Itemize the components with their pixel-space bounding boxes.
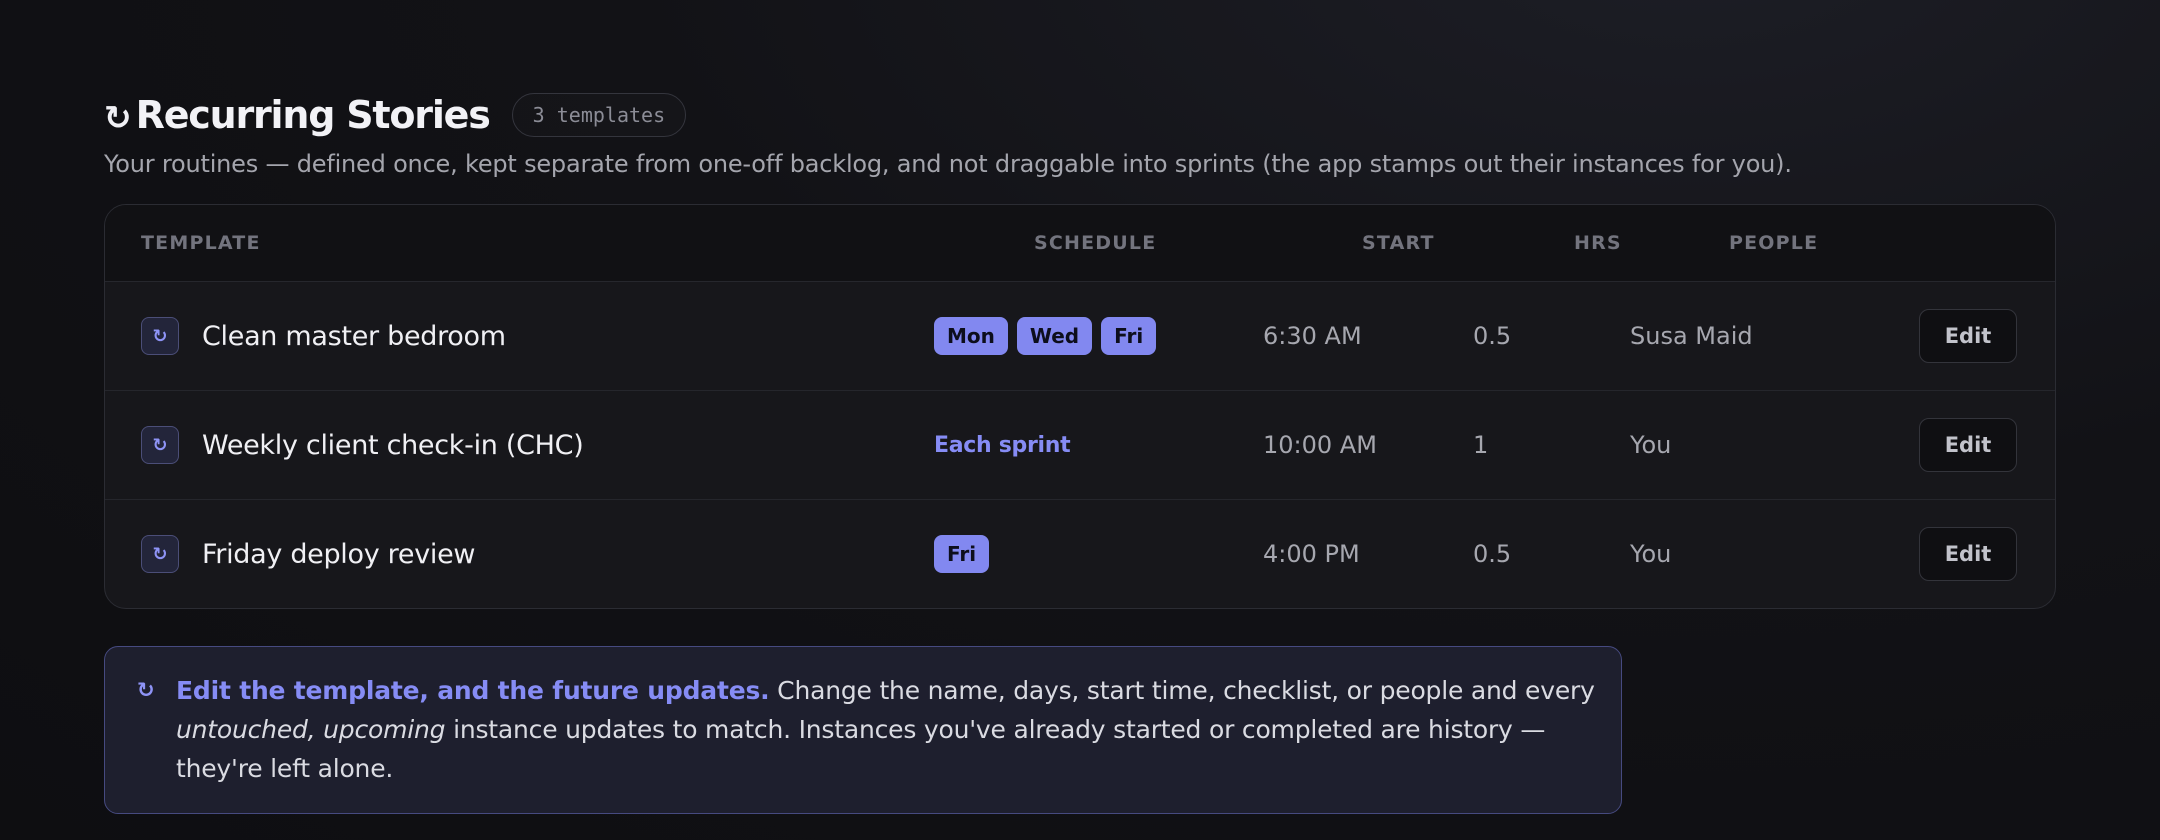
callout-emphasis: untouched, upcoming	[176, 715, 446, 744]
page-title: Recurring Stories	[135, 93, 491, 137]
hours: 0.5	[1473, 322, 1512, 350]
template-name: Friday deploy review	[202, 538, 476, 570]
recurring-stories-page: ↻ Recurring Stories 3 templates Your rou…	[104, 90, 2056, 814]
column-header-template: TEMPLATE	[141, 232, 261, 254]
edit-button[interactable]: Edit	[1919, 527, 2017, 581]
table-header: TEMPLATE SCHEDULE START HRS PEOPLE	[105, 205, 2055, 282]
recurring-icon: ↻	[137, 678, 155, 702]
column-header-hrs: HRS	[1574, 232, 1622, 254]
start-time: 10:00 AM	[1263, 431, 1377, 459]
page-header: ↻ Recurring Stories 3 templates	[104, 90, 2056, 140]
callout-text: Edit the template, and the future update…	[176, 671, 1596, 788]
column-header-schedule: SCHEDULE	[1034, 232, 1157, 254]
table-row: ↻ Weekly client check-in (CHC) Each spri…	[105, 391, 2055, 500]
hours: 1	[1473, 431, 1489, 459]
template-name: Clean master bedroom	[202, 320, 506, 352]
day-pill-fri: Fri	[1101, 317, 1157, 355]
recurring-icon: ↻	[104, 97, 132, 137]
day-pill-wed: Wed	[1016, 317, 1093, 355]
callout-heading: Edit the template, and the future update…	[176, 676, 770, 705]
recurring-icon: ↻	[141, 426, 179, 464]
people: You	[1630, 540, 1672, 568]
day-pill-fri: Fri	[934, 535, 990, 573]
recurring-icon: ↻	[141, 535, 179, 573]
recurring-icon: ↻	[141, 317, 179, 355]
hours: 0.5	[1473, 540, 1512, 568]
edit-button[interactable]: Edit	[1919, 418, 2017, 472]
templates-table: TEMPLATE SCHEDULE START HRS PEOPLE ↻ Cle…	[104, 204, 2056, 609]
template-name: Weekly client check-in (CHC)	[202, 429, 584, 461]
schedule-text: Each sprint	[934, 432, 1071, 458]
schedule-days: Mon Wed Fri	[934, 282, 1165, 390]
start-time: 6:30 AM	[1263, 322, 1362, 350]
info-callout: ↻ Edit the template, and the future upda…	[104, 646, 1622, 814]
start-time: 4:00 PM	[1263, 540, 1360, 568]
day-pill-mon: Mon	[934, 317, 1008, 355]
column-header-people: PEOPLE	[1729, 232, 1819, 254]
callout-body-1: Change the name, days, start time, check…	[769, 676, 1595, 705]
column-header-start: START	[1362, 232, 1435, 254]
schedule-days: Fri	[934, 500, 998, 608]
edit-button[interactable]: Edit	[1919, 309, 2017, 363]
people: Susa Maid	[1630, 322, 1753, 350]
table-row: ↻ Friday deploy review Fri 4:00 PM 0.5 Y…	[105, 500, 2055, 608]
people: You	[1630, 431, 1672, 459]
table-row: ↻ Clean master bedroom Mon Wed Fri 6:30 …	[105, 282, 2055, 391]
page-subtitle: Your routines — defined once, kept separ…	[104, 150, 1792, 178]
template-count-badge: 3 templates	[511, 93, 687, 137]
